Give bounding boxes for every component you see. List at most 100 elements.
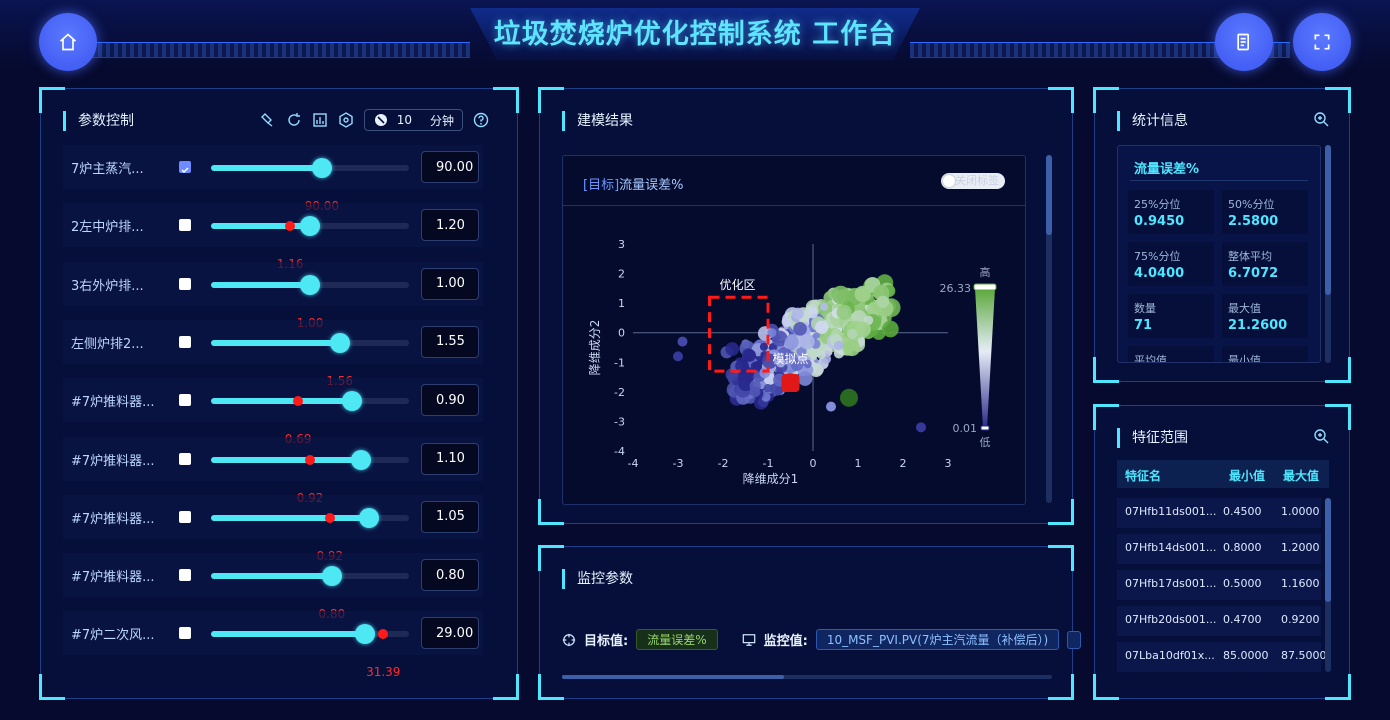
param-slider[interactable]: 90.00 [211, 158, 409, 213]
stat-label: 数量 [1134, 302, 1156, 315]
param-checkbox[interactable] [179, 510, 191, 523]
param-value-input[interactable] [421, 209, 479, 242]
param-label: #7炉推料器... [71, 453, 155, 469]
scrollbar-thumb[interactable] [1325, 145, 1331, 295]
slider-fill [211, 223, 310, 230]
table-row[interactable]: 07Hfb14ds001... 0.8000 1.2000 [1117, 534, 1321, 564]
param-slider[interactable]: 0.92 [211, 507, 409, 563]
scatter-point [820, 302, 829, 311]
param-checkbox[interactable] [179, 627, 191, 640]
scrollbar-thumb[interactable] [562, 675, 784, 679]
slider-knob[interactable] [300, 274, 320, 295]
param-label: #7炉推料器... [71, 395, 155, 411]
panel-title: 特征范围 [1117, 428, 1188, 448]
param-value-input[interactable] [421, 384, 479, 417]
slider-knob[interactable] [355, 624, 376, 645]
vertical-scrollbar[interactable] [1325, 498, 1331, 672]
param-value-input[interactable] [421, 617, 479, 650]
param-slider[interactable]: 1.56 [211, 332, 409, 388]
zoom-in-icon[interactable] [1313, 428, 1329, 444]
stat-value: 6.7072 [1228, 266, 1279, 281]
table-row[interactable]: 07Hfb17ds001... 0.5000 1.1600 [1117, 570, 1321, 600]
param-checkbox[interactable] [179, 161, 191, 174]
settings-icon[interactable] [338, 112, 354, 128]
scatter-point [763, 383, 773, 393]
feature-name: 07Hfb14ds001... [1125, 541, 1217, 554]
param-slider[interactable]: 0.69 [211, 391, 409, 446]
fullscreen-button[interactable] [1293, 13, 1351, 71]
param-value-input[interactable] [421, 559, 479, 592]
feature-max: 1.2000 [1281, 541, 1320, 554]
y-tick-label: 1 [618, 297, 625, 310]
scatter-point [673, 351, 683, 362]
table-row[interactable]: 07Lba10df01x... 85.0000 87.5000 [1117, 642, 1327, 672]
param-row: #7炉推料器... 0.92 [63, 494, 483, 563]
label-toggle[interactable]: 关闭标签 [941, 173, 1005, 189]
param-checkbox[interactable] [179, 335, 191, 348]
param-checkbox[interactable] [179, 277, 191, 290]
refresh-icon[interactable] [286, 112, 302, 128]
bar-chart-icon[interactable] [312, 112, 328, 128]
param-label: #7炉推料器... [71, 570, 155, 586]
scatter-point [831, 285, 850, 305]
home-button[interactable] [39, 13, 97, 71]
param-slider[interactable]: 1.00 [211, 274, 409, 330]
target-tag[interactable]: 流量误差% [636, 629, 718, 650]
param-checkbox[interactable] [179, 394, 191, 407]
feature-name: 07Hfb17ds001... [1125, 577, 1217, 590]
param-control-panel: 参数控制 10 分钟 7炉主蒸汽...90.002左中炉排...1.163右外炉… [39, 87, 519, 700]
current-value-marker [378, 629, 389, 640]
y-axis-title: 降维成分2 [588, 320, 602, 376]
param-slider[interactable]: 1.16 [211, 216, 409, 271]
feature-min: 85.0000 [1223, 649, 1269, 662]
param-slider[interactable]: 0.80 [211, 566, 409, 621]
stat-value: 21.2600 [1228, 318, 1288, 333]
interval-selector[interactable]: 10 分钟 [363, 109, 463, 131]
scrollbar-thumb[interactable] [1325, 498, 1331, 602]
fullscreen-icon [1314, 34, 1330, 50]
pin-icon[interactable] [260, 112, 276, 128]
param-checkbox[interactable] [179, 452, 191, 465]
home-icon [59, 33, 77, 51]
param-label: 3右外炉排... [71, 278, 144, 294]
param-slider[interactable]: 0.92 [211, 449, 409, 505]
param-row: #7炉推料器... 0.69 [63, 378, 483, 446]
param-checkbox[interactable] [179, 569, 191, 582]
zoom-in-icon[interactable] [1313, 111, 1329, 127]
horizontal-scrollbar[interactable] [562, 675, 1052, 679]
scatter-chart[interactable]: -4 -3 -2 -1 0 1 2 3 3 2 1 0 -1 -2 -3 -4 降维成分1 降维成分2 优化区模拟点… [563, 206, 1026, 505]
param-checkbox[interactable] [179, 219, 191, 232]
scrollbar-thumb[interactable] [1046, 155, 1052, 235]
vertical-scrollbar[interactable] [1046, 155, 1052, 503]
chart-header: [目标]流量误差% 关闭标签 [563, 156, 1025, 206]
slider-knob[interactable] [311, 158, 332, 178]
param-value-input[interactable] [421, 267, 479, 300]
slider-knob[interactable] [300, 216, 320, 237]
monitor-tag[interactable]: 10_MSF_PVI.PV(7炉主汽流量（补偿后）) [815, 629, 1060, 650]
table-row[interactable]: 07Hfb20ds001... 0.4700 0.9200 [1117, 606, 1321, 636]
param-value-input[interactable] [421, 325, 479, 358]
param-value-input[interactable] [421, 500, 479, 533]
slider-fill [211, 456, 362, 463]
feature-min: 0.4700 [1223, 613, 1262, 626]
help-icon[interactable] [473, 112, 489, 128]
table-row[interactable]: 07Hfb11ds001... 0.4500 1.0000 [1117, 498, 1321, 528]
visualmap-min-value: 0.01 [953, 422, 978, 435]
slider-knob[interactable] [341, 391, 362, 412]
slider-knob[interactable] [321, 566, 342, 587]
param-slider[interactable]: 31.39 [211, 624, 409, 679]
stat-cell: 整体平均 6.7072 [1222, 242, 1308, 286]
vertical-scrollbar[interactable] [1325, 145, 1331, 363]
interval-value: 10 [396, 113, 412, 127]
slider-knob[interactable] [359, 507, 380, 528]
model-point-marker [781, 373, 800, 392]
report-button[interactable] [1215, 13, 1273, 71]
slider-knob[interactable] [351, 449, 372, 470]
param-value-input[interactable] [421, 442, 479, 475]
visualmap-low-label: 低 [980, 436, 991, 449]
target-name: 流量误差% [619, 178, 684, 193]
monitor-tag-more[interactable] [1067, 630, 1082, 649]
feature-name: 07Hfb20ds001... [1125, 613, 1217, 626]
param-value-input[interactable] [421, 151, 479, 183]
slider-knob[interactable] [329, 332, 350, 353]
